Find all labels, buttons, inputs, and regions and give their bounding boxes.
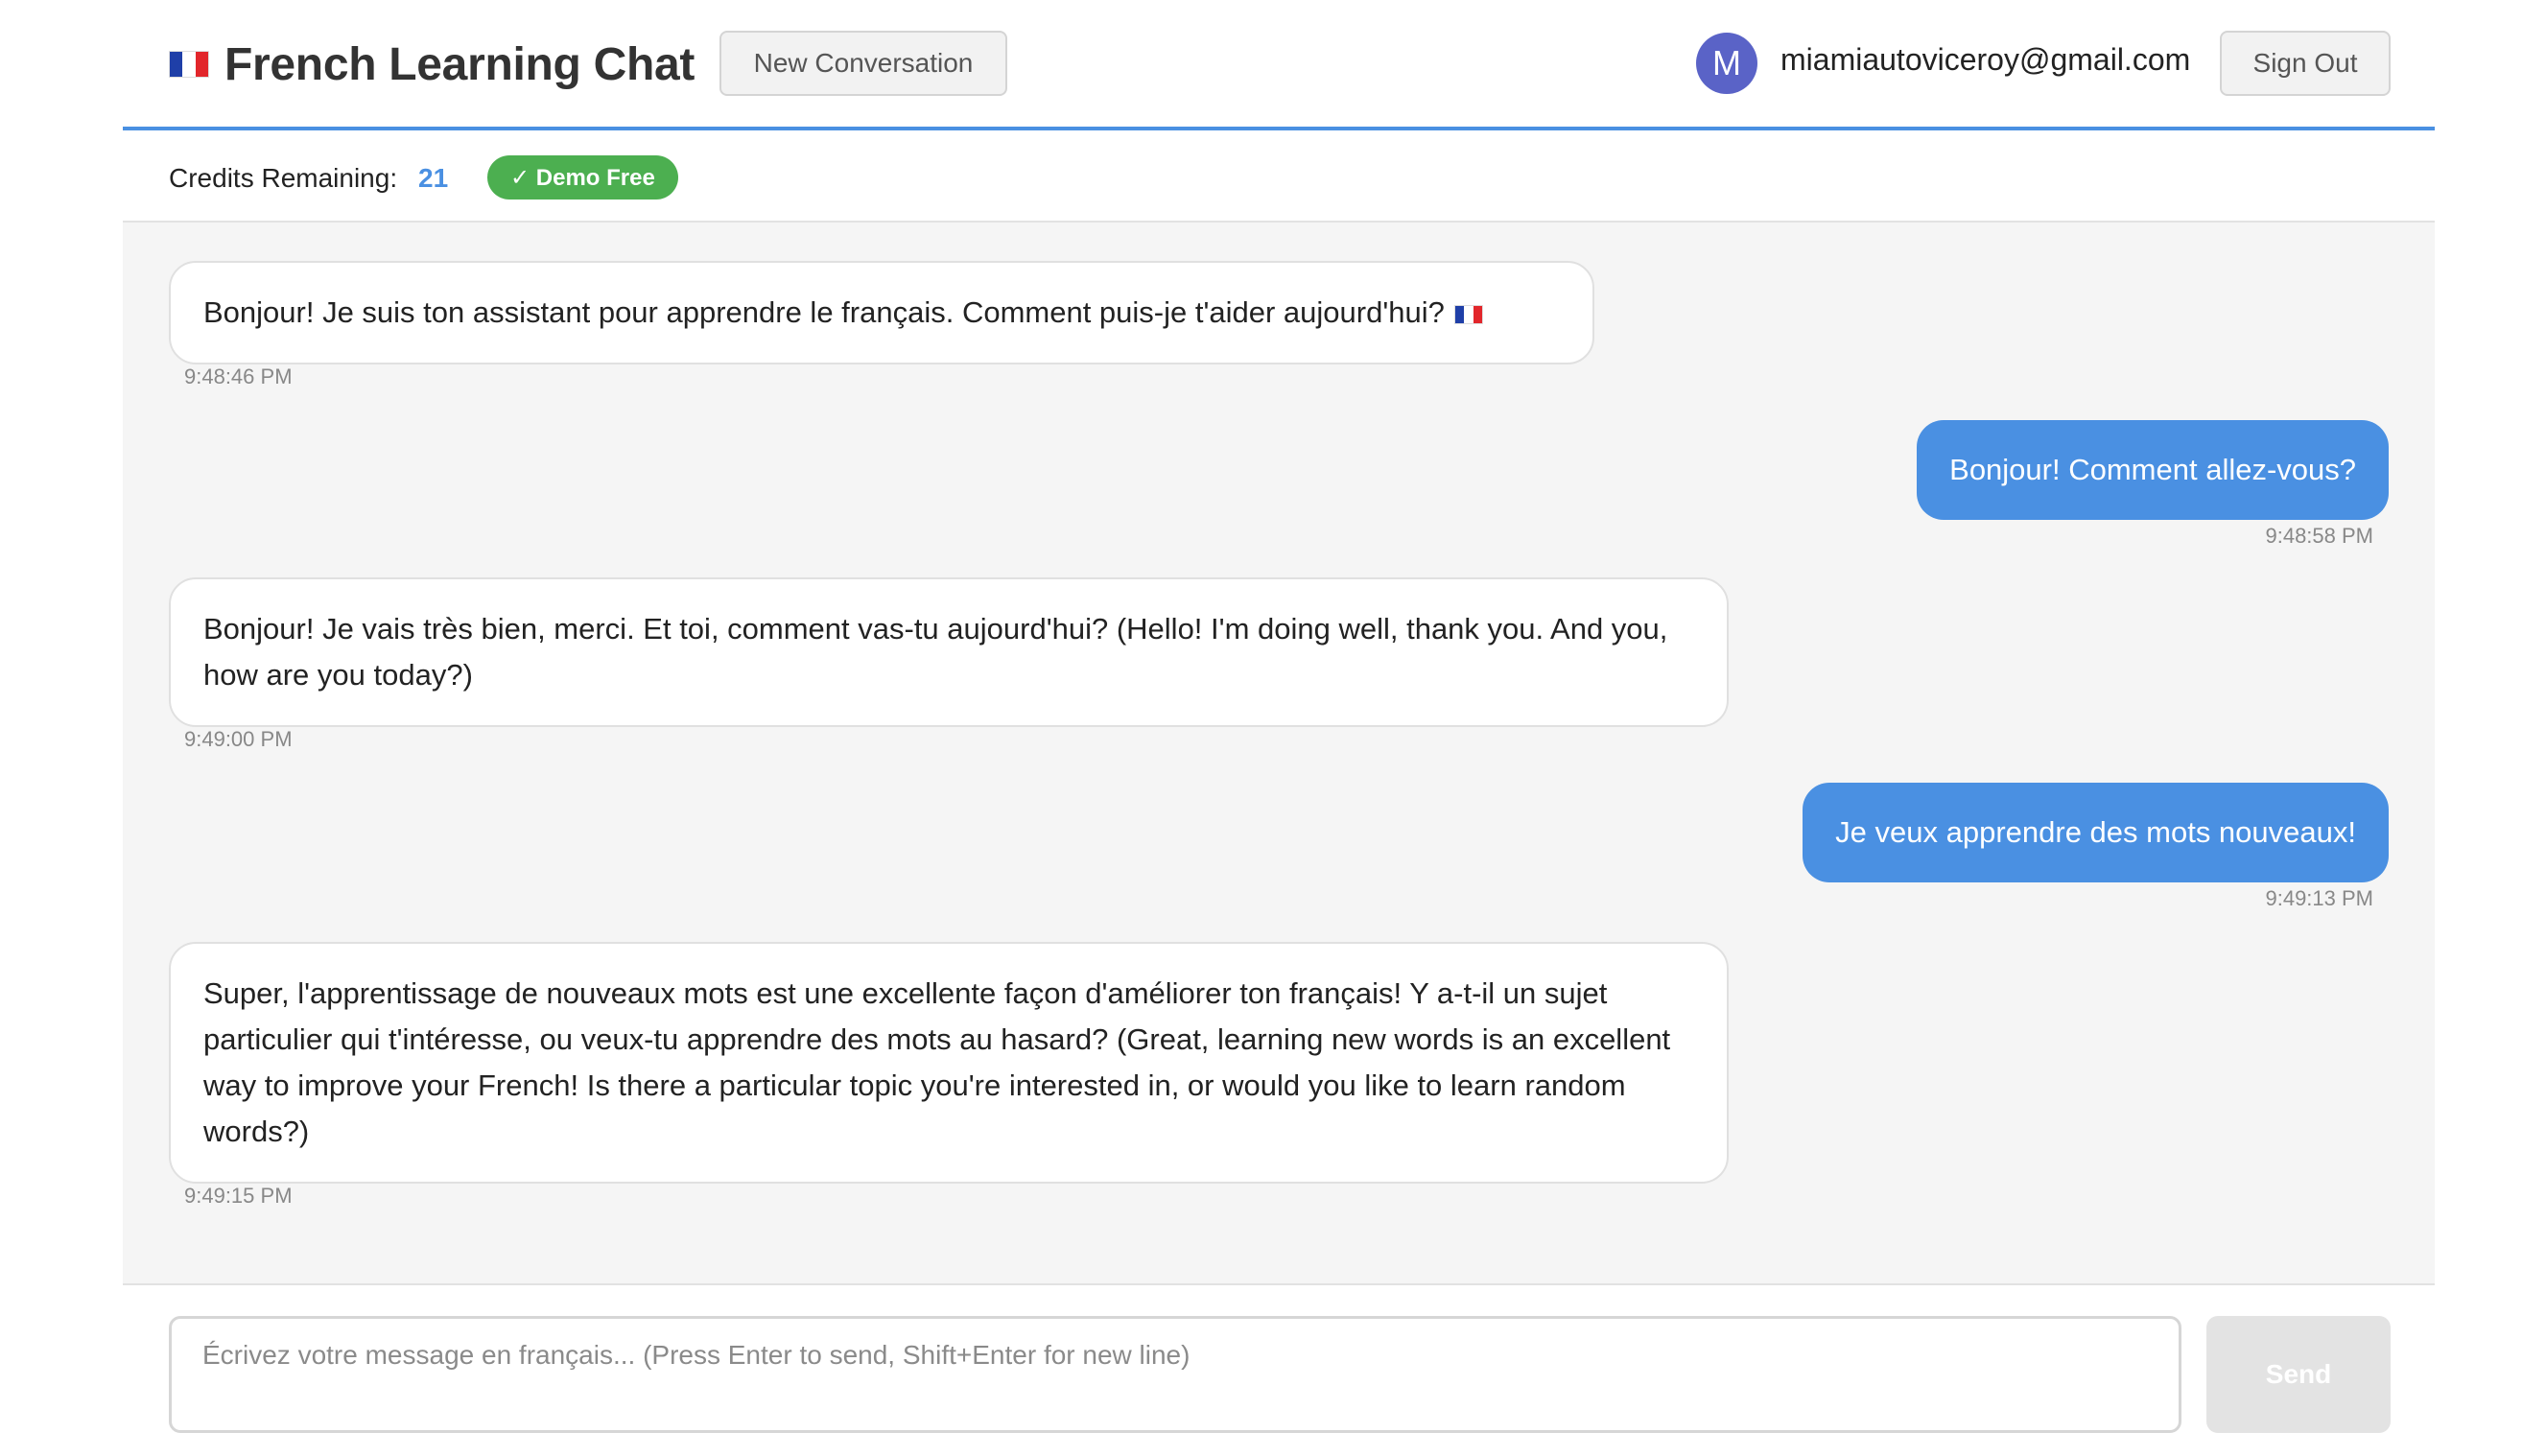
chat-area[interactable]: Bonjour! Je suis ton assistant pour appr… [123, 223, 2435, 1285]
message-text: Bonjour! Je suis ton assistant pour appr… [203, 295, 1445, 329]
message-text: Super, l'apprentissage de nouveaux mots … [203, 976, 1671, 1148]
message-timestamp: 9:48:46 PM [184, 364, 293, 388]
message-timestamp: 9:49:13 PM [2265, 886, 2373, 910]
message-timestamp: 9:49:00 PM [184, 727, 293, 751]
credits-bar: Credits Remaining: 21 ✓ Demo Free [123, 134, 2435, 223]
app-root: French Learning Chat New Conversation M … [123, 0, 2435, 1456]
composer: Send [123, 1287, 2435, 1456]
assistant-message: Super, l'apprentissage de nouveaux mots … [169, 942, 1729, 1184]
french-flag-icon [169, 51, 209, 78]
message-text: Je veux apprendre des mots nouveaux! [1835, 815, 2356, 849]
message-text: Bonjour! Je vais très bien, merci. Et to… [203, 612, 1668, 692]
message-input[interactable] [169, 1316, 2181, 1433]
brand: French Learning Chat [169, 29, 695, 100]
message-timestamp: 9:49:15 PM [184, 1184, 293, 1208]
new-conversation-button[interactable]: New Conversation [719, 31, 1007, 96]
header-bar: French Learning Chat New Conversation M … [123, 0, 2435, 130]
status-badge: ✓ Demo Free [487, 155, 678, 200]
message-timestamp: 9:48:58 PM [2265, 524, 2373, 548]
french-flag-icon [1453, 304, 1483, 324]
avatar: M [1696, 33, 1757, 94]
page-title: French Learning Chat [224, 38, 695, 90]
user-message: Je veux apprendre des mots nouveaux! [1803, 783, 2389, 882]
send-button[interactable]: Send [2206, 1316, 2391, 1433]
message-text: Bonjour! Comment allez-vous? [1949, 453, 2356, 486]
credits-label: Credits Remaining: [169, 163, 398, 193]
assistant-message: Bonjour! Je vais très bien, merci. Et to… [169, 577, 1729, 727]
assistant-message: Bonjour! Je suis ton assistant pour appr… [169, 261, 1594, 364]
user-message: Bonjour! Comment allez-vous? [1917, 420, 2389, 520]
credits-value: 21 [418, 163, 449, 193]
user-email: miamiautoviceroy@gmail.com [1780, 42, 2191, 77]
sign-out-button[interactable]: Sign Out [2220, 31, 2391, 96]
